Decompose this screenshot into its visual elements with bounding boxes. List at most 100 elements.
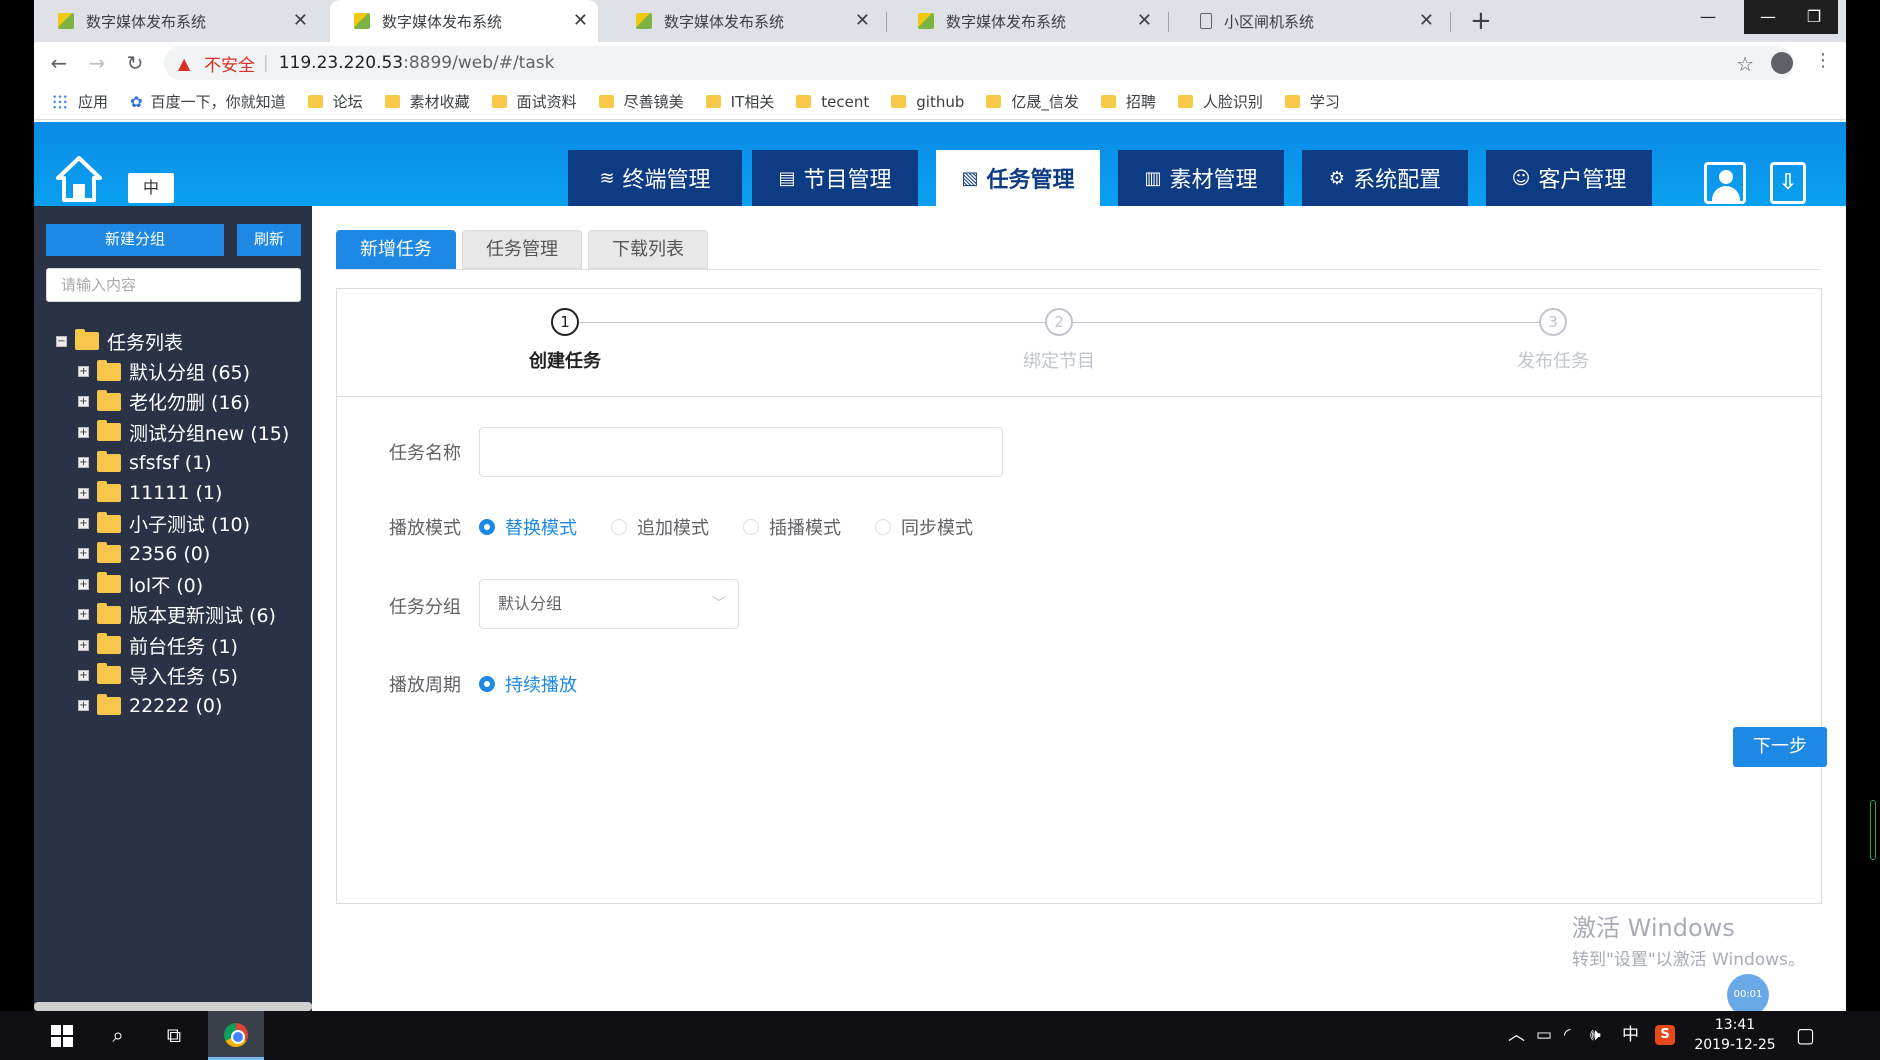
expand-icon[interactable]: + (78, 366, 89, 378)
next-step-button[interactable]: 下一步 (1733, 727, 1827, 767)
bookmark-item[interactable]: 面试资料 (491, 91, 577, 112)
new-group-button[interactable]: 新建分组 (46, 224, 224, 256)
tree-group-item[interactable]: + 版本更新测试 (6) (56, 600, 306, 630)
tree-group-item[interactable]: + 默认分组 (65) (56, 356, 306, 386)
reload-icon[interactable]: ↻ (120, 48, 150, 78)
minimize-icon[interactable]: — (1684, 0, 1732, 34)
user-profile-icon[interactable] (1704, 162, 1746, 204)
home-icon[interactable] (56, 156, 102, 202)
tree-group-item[interactable]: + 小子测试 (10) (56, 508, 306, 538)
expand-icon[interactable]: + (78, 669, 89, 681)
forward-arrow-icon[interactable]: → (82, 48, 112, 78)
account-icon[interactable] (1771, 52, 1793, 74)
bookmark-item[interactable]: 亿晟_信发 (986, 91, 1079, 112)
radio-insert-mode[interactable]: 插播模式 (743, 514, 841, 540)
close-icon[interactable]: ✕ (293, 11, 308, 31)
recording-badge[interactable]: 00:01 (1727, 974, 1769, 1011)
expand-icon[interactable]: + (78, 639, 89, 651)
bookmark-item[interactable]: 招聘 (1100, 91, 1156, 112)
back-arrow-icon[interactable]: ← (44, 48, 74, 78)
tree-group-item[interactable]: + 老化勿删 (16) (56, 387, 306, 417)
expand-icon[interactable]: + (78, 578, 89, 590)
menu-dots-icon[interactable]: ⋮ (1814, 50, 1832, 71)
collapse-icon[interactable]: − (56, 335, 67, 347)
expand-icon[interactable]: + (78, 426, 89, 438)
nav-terminal-management[interactable]: ≋ 终端管理 (568, 150, 742, 206)
bookmark-item[interactable]: 应用 (52, 91, 108, 112)
download-icon[interactable]: ⇩ (1770, 162, 1806, 204)
new-tab-button[interactable]: + (1470, 6, 1492, 36)
tray-battery-icon[interactable]: ▭ (1536, 1011, 1552, 1060)
tray-ime-indicator[interactable]: 中 (1622, 1011, 1639, 1060)
group-search-input[interactable] (46, 268, 301, 302)
expand-icon[interactable]: + (78, 457, 89, 469)
restore-icon[interactable]: ❐ (1790, 0, 1838, 34)
minimize-dark-icon[interactable]: — (1744, 0, 1792, 34)
expand-icon[interactable]: + (78, 396, 89, 408)
close-icon[interactable]: ✕ (573, 11, 588, 31)
browser-tab-2[interactable]: 数字媒体发布系统 ✕ (330, 0, 598, 42)
tab-download-list[interactable]: 下载列表 (588, 230, 708, 269)
bookmark-item[interactable]: github (891, 93, 964, 111)
task-group-select[interactable]: 默认分组 ﹀ (479, 579, 739, 629)
language-toggle[interactable]: 中 (128, 173, 174, 203)
expand-icon[interactable]: + (78, 548, 89, 560)
tree-group-item[interactable]: + lol不 (0) (56, 569, 306, 599)
tab-task-management[interactable]: 任务管理 (462, 230, 582, 269)
bookmark-item[interactable]: 学习 (1284, 91, 1340, 112)
tree-group-item[interactable]: +11111 (1) (56, 478, 306, 508)
chrome-taskbar-icon[interactable] (208, 1011, 264, 1060)
nav-task-management[interactable]: ▧ 任务管理 (936, 150, 1100, 206)
tree-group-item[interactable]: + sfsfsf (1) (56, 448, 306, 478)
bookmark-item[interactable]: IT相关 (705, 91, 774, 112)
nav-customer-management[interactable]: ☺ 客户管理 (1486, 150, 1652, 206)
nav-program-management[interactable]: ▤ 节目管理 (752, 150, 918, 206)
sidebar-scrollbar[interactable] (34, 1002, 312, 1011)
tree-group-item[interactable]: +22222 (0) (56, 691, 306, 721)
bookmark-label: 论坛 (332, 93, 363, 111)
expand-icon[interactable]: + (78, 609, 89, 621)
taskbar-clock[interactable]: 13:41 2019-12-25 (1680, 1015, 1790, 1055)
radio-continuous-play[interactable]: 持续播放 (479, 671, 577, 697)
tree-root[interactable]: − 任务列表 (56, 326, 306, 356)
tray-network-icon[interactable]: ◜ (1564, 1011, 1571, 1060)
search-icon[interactable]: ⌕ (90, 1011, 146, 1060)
tree-group-item[interactable]: + 测试分组new (15) (56, 417, 306, 447)
expand-icon[interactable]: + (78, 518, 89, 530)
windows-start-icon[interactable] (34, 1011, 90, 1060)
bookmark-star-icon[interactable]: ☆ (1736, 52, 1754, 76)
browser-tab-4[interactable]: 数字媒体发布系统 ✕ (894, 0, 1162, 42)
close-icon[interactable]: ✕ (1137, 11, 1152, 31)
radio-sync-mode[interactable]: 同步模式 (875, 514, 973, 540)
tab-new-task[interactable]: 新增任务 (336, 230, 456, 269)
radio-replace-mode[interactable]: 替换模式 (479, 514, 577, 540)
bookmark-item[interactable]: 人脸识别 (1177, 91, 1263, 112)
bookmark-item[interactable]: 素材收藏 (384, 91, 470, 112)
tray-volume-icon[interactable]: 🕪 (1590, 1011, 1601, 1060)
refresh-button[interactable]: 刷新 (237, 224, 301, 256)
task-view-icon[interactable]: ⧉ (146, 1011, 202, 1060)
tree-group-item[interactable]: + 前台任务 (1) (56, 630, 306, 660)
tree-group-item[interactable]: + 导入任务 (5) (56, 660, 306, 690)
bookmark-item[interactable]: ✿ 百度一下，你就知道 (130, 91, 286, 112)
folder-icon (705, 95, 721, 108)
radio-append-mode[interactable]: 追加模式 (611, 514, 709, 540)
bookmark-item[interactable]: tecent (796, 93, 869, 111)
expand-icon[interactable]: + (78, 487, 89, 499)
close-icon[interactable]: ✕ (855, 11, 870, 31)
nav-material-management[interactable]: ▥ 素材管理 (1118, 150, 1284, 206)
nav-system-config[interactable]: ⚙ 系统配置 (1302, 150, 1468, 206)
browser-tab-1[interactable]: 数字媒体发布系统 ✕ (34, 0, 318, 42)
task-name-input[interactable] (479, 427, 1003, 477)
notification-icon[interactable]: ▢ (1796, 1011, 1815, 1060)
bookmark-item[interactable]: 尽善镜美 (598, 91, 684, 112)
bookmark-item[interactable]: 论坛 (307, 91, 363, 112)
sogou-ime-icon[interactable]: S (1655, 1025, 1675, 1045)
close-icon[interactable]: ✕ (1419, 11, 1434, 31)
browser-tab-5[interactable]: 小区闸机系统 ✕ (1176, 0, 1444, 42)
tray-chevron-up-icon[interactable]: ︿ (1508, 1011, 1525, 1060)
address-bar[interactable]: ▲ 不安全 | 119.23.220.53 :8899/web/#/task ☆ (164, 46, 1794, 80)
tree-group-item[interactable]: +2356 (0) (56, 539, 306, 569)
browser-tab-3[interactable]: 数字媒体发布系统 ✕ (612, 0, 880, 42)
expand-icon[interactable]: + (78, 700, 89, 712)
